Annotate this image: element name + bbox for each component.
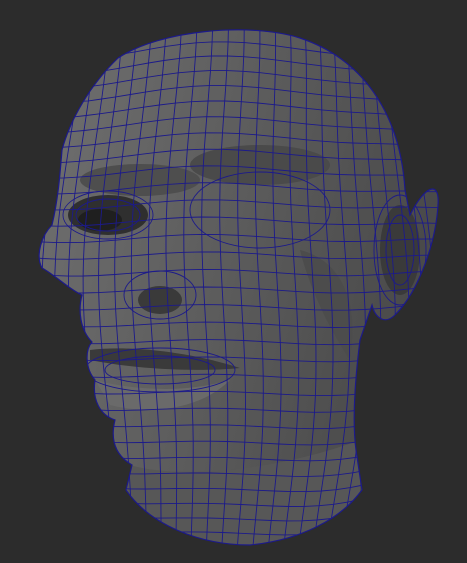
head-mesh[interactable] [30,15,444,563]
wire-edge-horizontal [42,557,438,563]
wire-edge-vertical [420,29,434,545]
wire-edge-vertical [41,29,60,545]
nostril-shadow [138,286,182,314]
3d-viewport[interactable] [0,0,467,563]
head-model-wireframe[interactable] [0,0,467,563]
wire-edge-vertical [39,29,45,545]
wire-edge-horizontal [40,15,441,23]
wire-edge-vertical [54,29,76,545]
wire-edge-vertical [435,29,439,545]
